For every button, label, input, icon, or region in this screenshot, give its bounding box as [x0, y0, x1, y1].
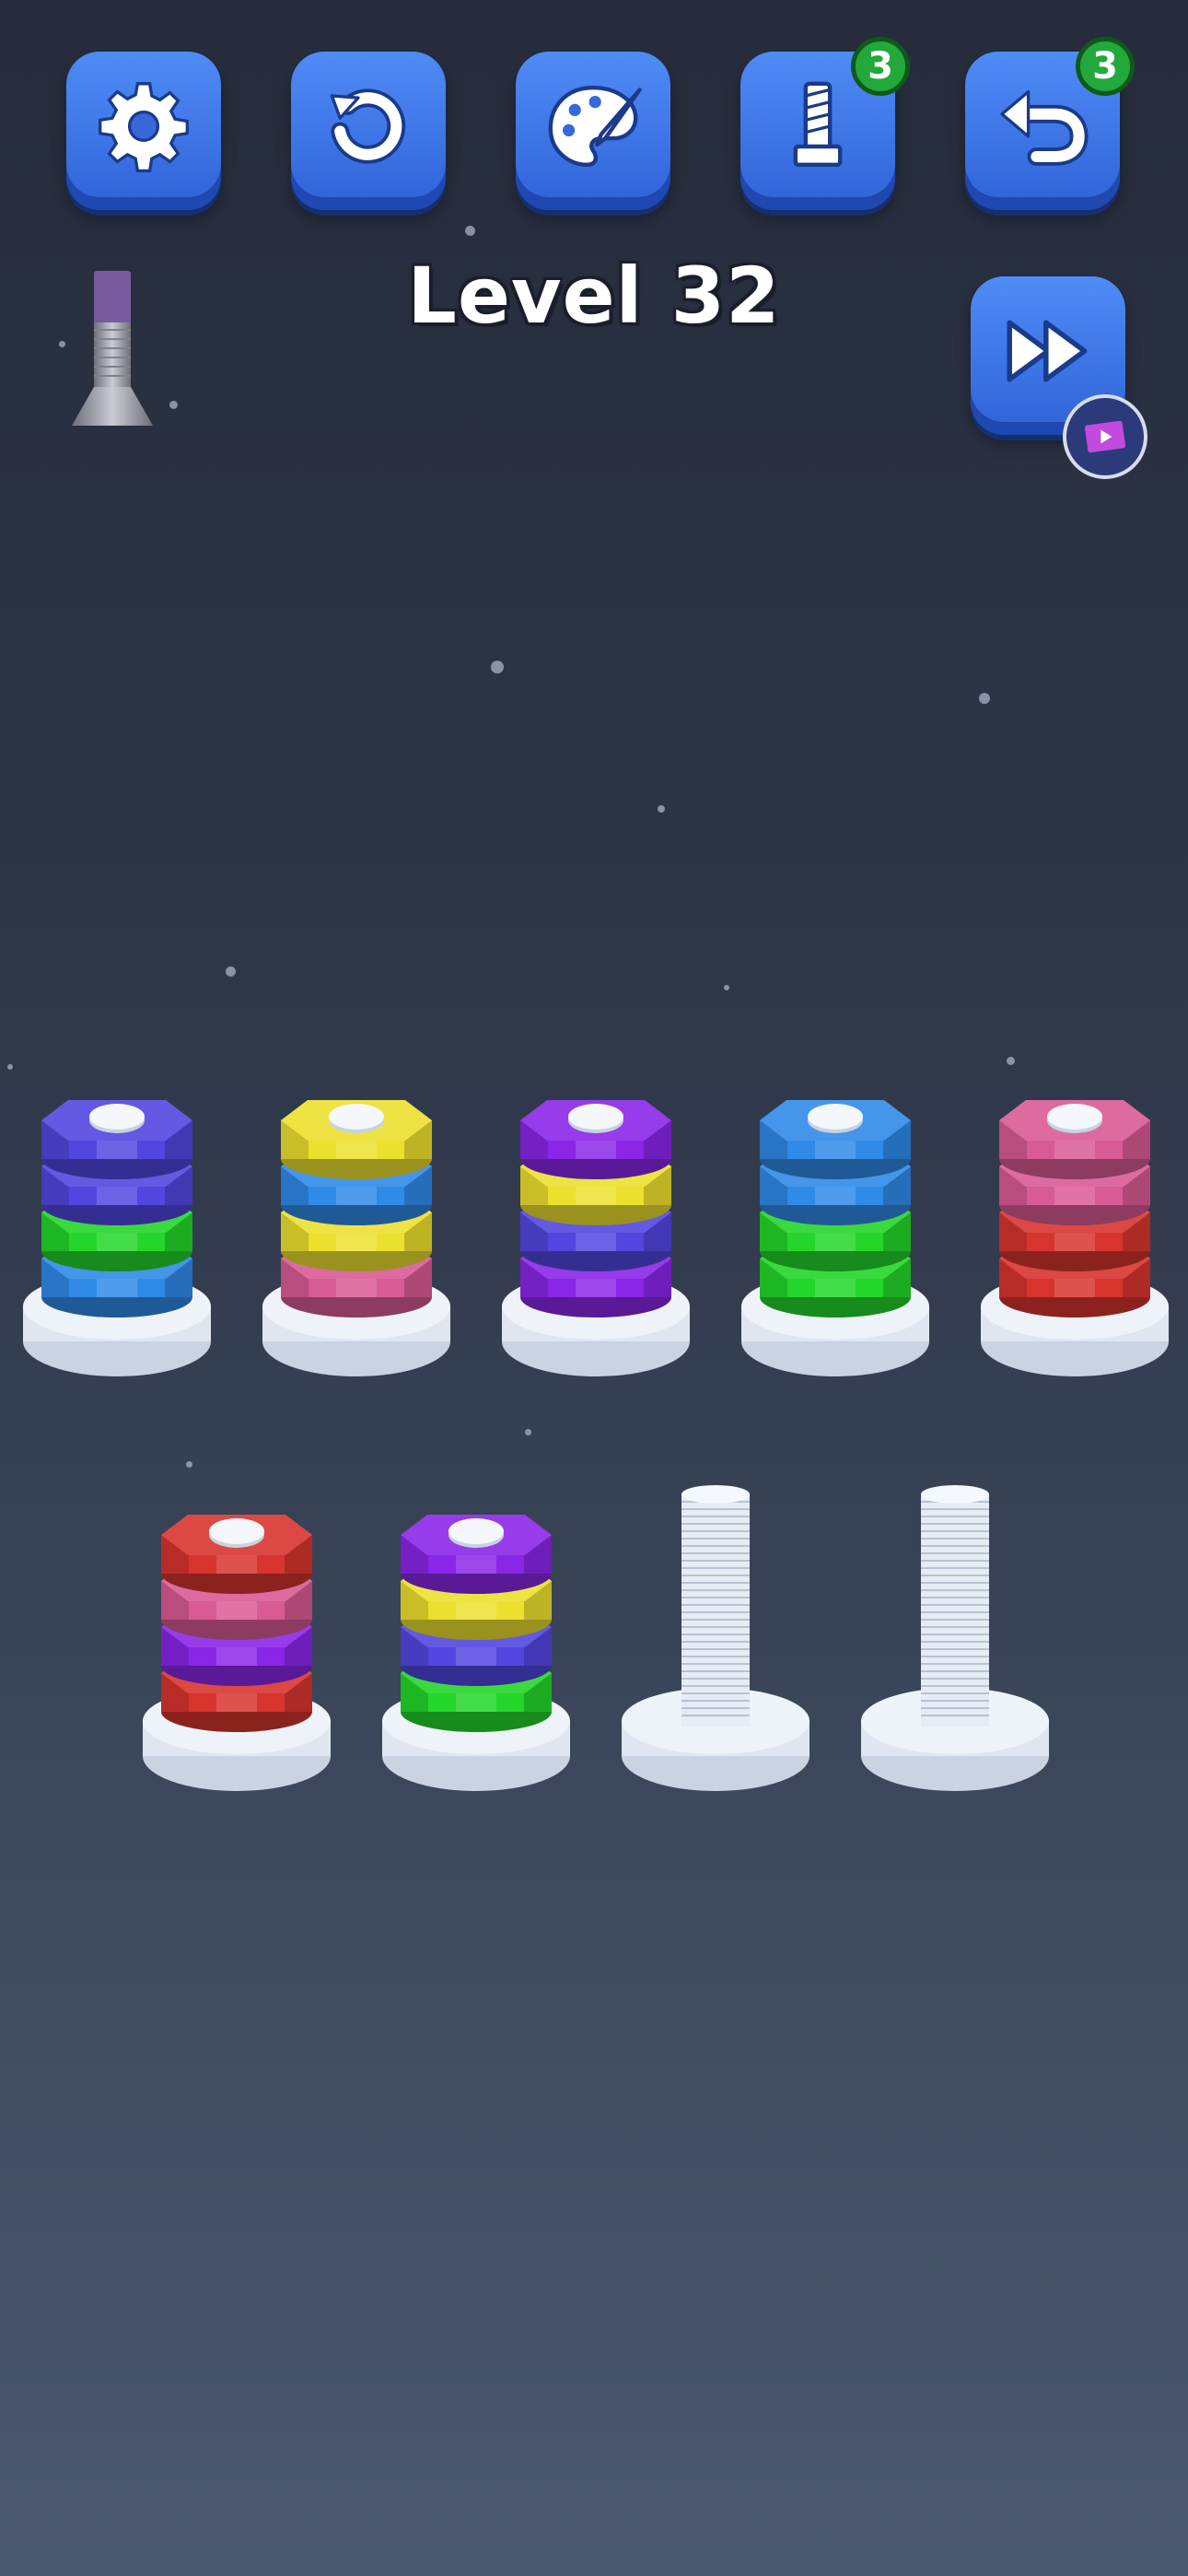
background-star [979, 693, 990, 704]
settings-button[interactable] [66, 52, 221, 210]
theme-button[interactable] [516, 52, 670, 210]
background-star [724, 985, 729, 990]
background-star [525, 1429, 531, 1435]
undo-count-badge: 3 [1076, 37, 1135, 96]
background-star [465, 226, 475, 236]
background-star [186, 1461, 192, 1468]
restart-icon [330, 88, 406, 164]
background-star [169, 401, 178, 409]
palette-icon [548, 85, 642, 168]
screw-tower[interactable] [379, 1474, 573, 1797]
screw-tower[interactable] [260, 1060, 453, 1382]
screw-icon [793, 81, 843, 167]
screw-tower[interactable] [978, 1060, 1171, 1382]
extra-screw-count-badge: 3 [851, 37, 910, 96]
screw-tower[interactable] [739, 1060, 932, 1382]
video-ad-icon [1063, 394, 1147, 479]
gear-icon [99, 82, 189, 173]
restart-button[interactable] [291, 52, 446, 210]
screw-tower[interactable] [499, 1060, 693, 1382]
background-star [7, 1064, 13, 1070]
screw-tower[interactable] [858, 1474, 1052, 1797]
background-star [658, 805, 665, 813]
background-star [491, 661, 504, 673]
screw-tower[interactable] [20, 1060, 214, 1382]
undo-icon [1000, 89, 1089, 166]
fast-forward-icon [1007, 320, 1088, 382]
undo-button[interactable]: 3 [965, 37, 1135, 210]
screw-tower[interactable] [140, 1474, 333, 1797]
extra-screw-button[interactable]: 3 [740, 37, 910, 210]
screw-tower[interactable] [619, 1474, 812, 1797]
background-star [226, 966, 236, 977]
